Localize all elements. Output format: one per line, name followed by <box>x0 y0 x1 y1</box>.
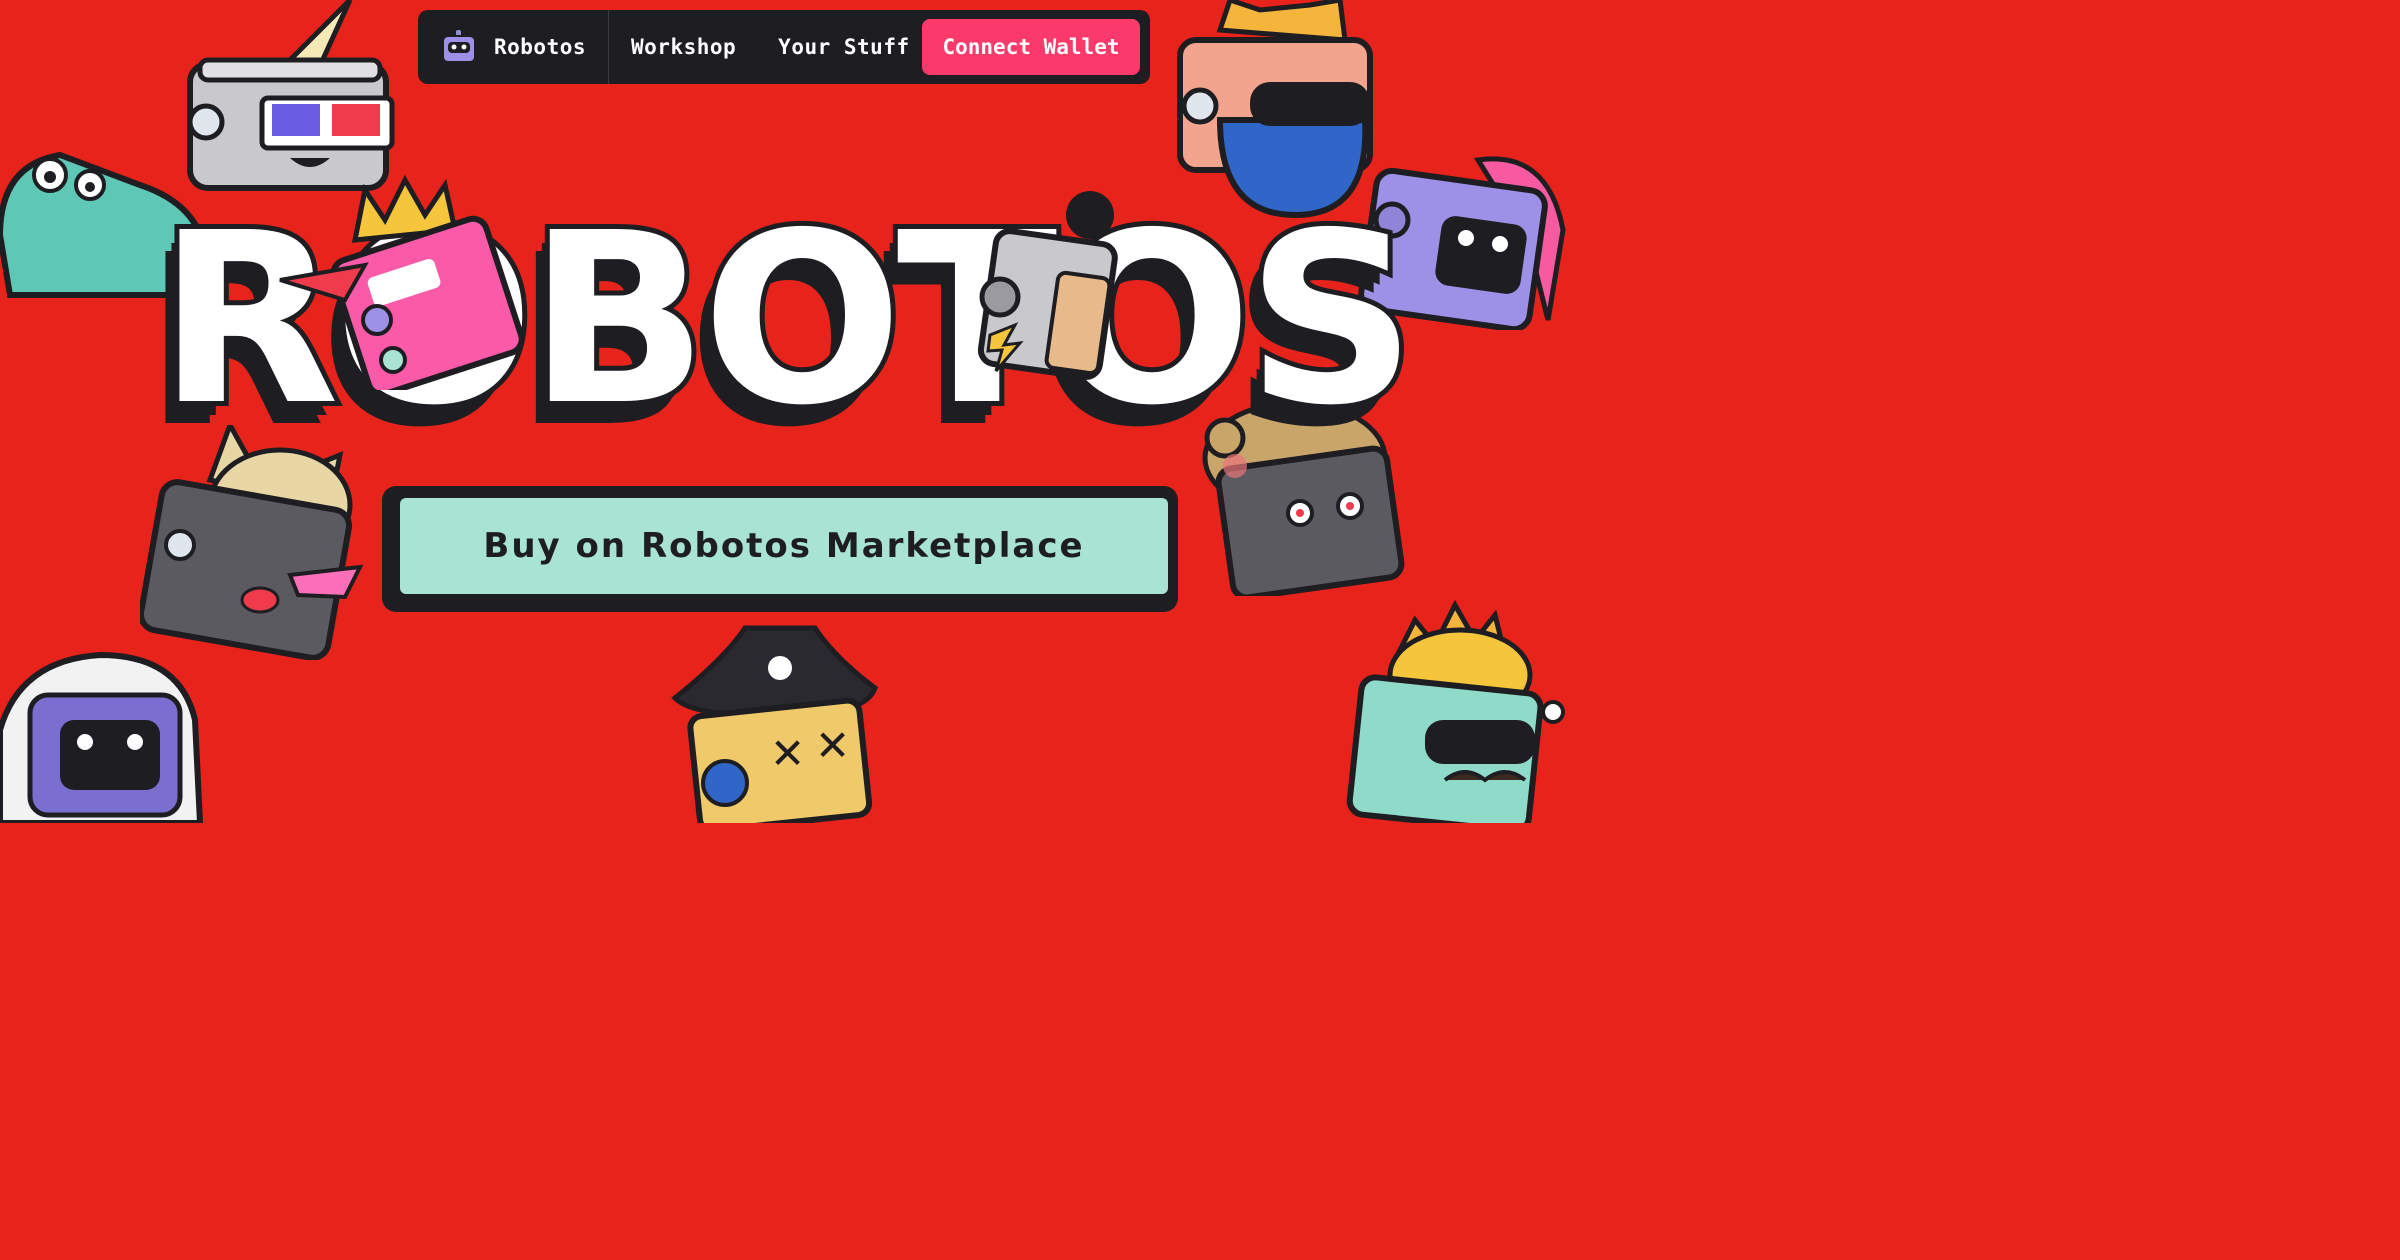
nav-link-workshop[interactable]: Workshop <box>631 35 736 59</box>
hero-wordmark: ROBOTOS <box>153 182 1421 457</box>
top-nav: Robotos Workshop Your Stuff Connect Wall… <box>418 10 1150 84</box>
silver-antenna-robot-image <box>977 191 1118 380</box>
astronaut-robot-image <box>0 651 204 823</box>
marketplace-cta-container: Buy on Robotos Marketplace <box>382 486 1178 612</box>
brand-label: Robotos <box>494 35 587 59</box>
buy-on-marketplace-button[interactable]: Buy on Robotos Marketplace <box>400 498 1168 594</box>
king-crown-robot-image <box>279 174 525 390</box>
svg-text:✕: ✕ <box>815 721 850 770</box>
nav-link-your-stuff[interactable]: Your Stuff <box>778 35 909 59</box>
pirate-robot-image: ✕ ✕ <box>671 625 878 823</box>
svg-text:✕: ✕ <box>770 729 805 778</box>
sun-sunglasses-robot-image <box>1346 600 1565 823</box>
brand[interactable]: Robotos <box>418 10 610 84</box>
robot-logo-icon <box>442 30 476 63</box>
connect-wallet-button[interactable]: Connect Wallet <box>922 19 1140 75</box>
fox-cat-robot-image <box>140 425 364 660</box>
